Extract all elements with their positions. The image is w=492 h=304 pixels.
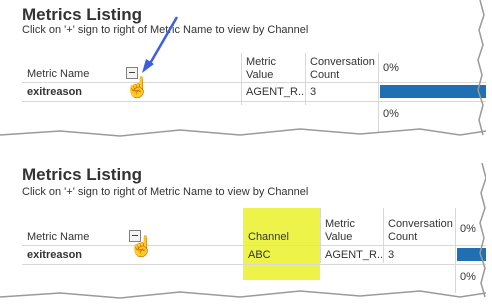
hand-pointer-icon: ☝ (125, 77, 150, 99)
torn-edge (0, 0, 486, 137)
metrics-panel-bottom: Metrics Listing Click on '+' sign to rig… (0, 163, 486, 299)
torn-edge (0, 163, 486, 299)
hand-pointer-icon: ☝ (129, 236, 154, 258)
metrics-panel-top: Metrics Listing Click on '+' sign to rig… (0, 0, 486, 137)
arrow-icon (142, 16, 179, 73)
